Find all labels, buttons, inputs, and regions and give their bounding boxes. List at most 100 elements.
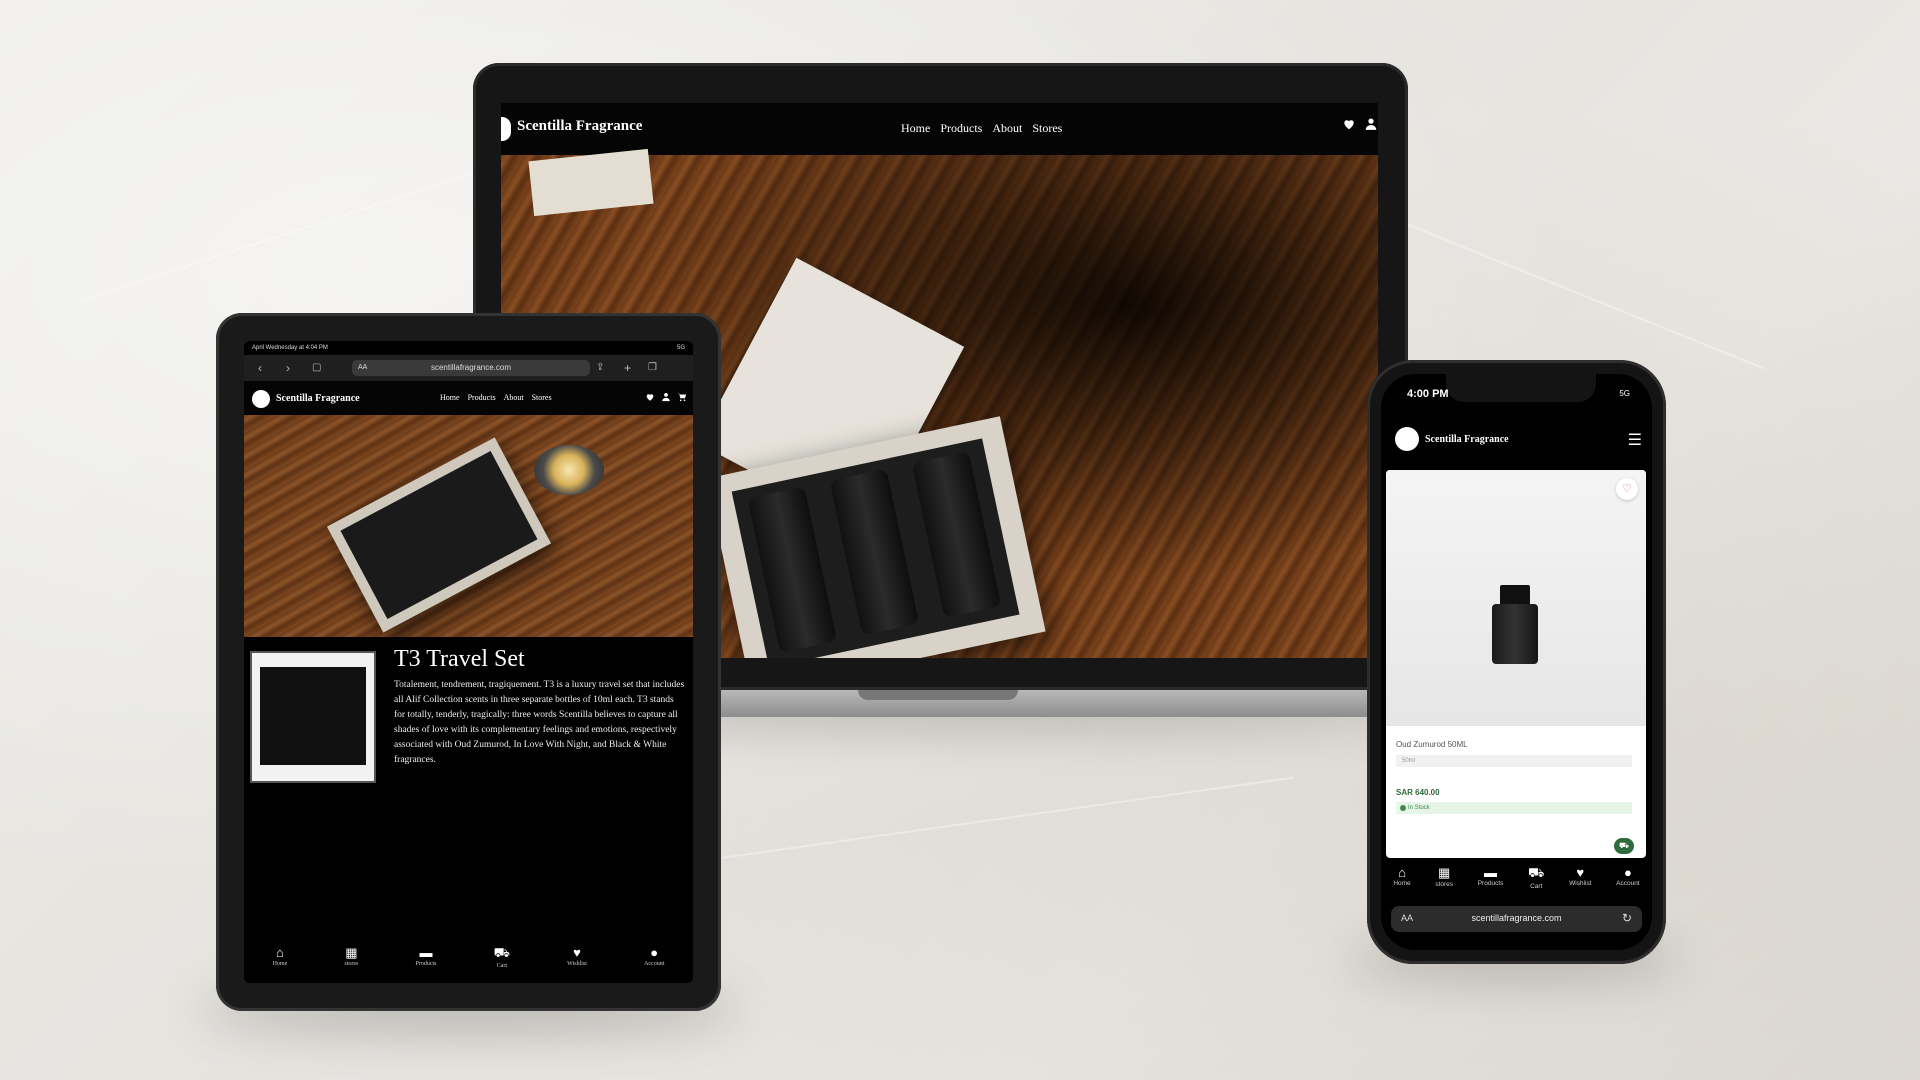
cart-icon[interactable] [677, 392, 687, 402]
phone-screen: 4:00 PM 5G Scentilla Fragrance ☰ ♡ Oud Z… [1381, 374, 1652, 950]
heart-icon[interactable] [1342, 117, 1356, 131]
product-description: Totalement, tendrement, tragiquement. T3… [394, 680, 685, 765]
product-name: Oud Zumurod 50ML [1396, 740, 1468, 749]
reload-icon[interactable]: ↻ [1622, 911, 1632, 925]
tab-account[interactable]: ● Account [1616, 862, 1640, 898]
status-time: April Wednesday at 4:04 PM [252, 345, 328, 351]
url-text: scentillafragrance.com [430, 363, 512, 372]
forward-icon[interactable]: › [286, 360, 290, 376]
map-icon: ▦ [345, 945, 358, 960]
back-icon[interactable]: ‹ [258, 360, 262, 376]
user-icon: ● [1623, 865, 1632, 880]
product-image-bottles [260, 667, 366, 765]
nav-link-stores[interactable]: Stores [532, 393, 552, 402]
tab-stores[interactable]: ▦ stores [344, 939, 358, 983]
laptop-nav-icons [1342, 117, 1378, 131]
size-select[interactable]: 50ml [1396, 755, 1632, 767]
wishlist-heart-icon[interactable]: ♡ [1616, 478, 1638, 500]
tab-label: Home [1393, 880, 1411, 887]
laptop-navbar: Scentilla Fragrance Home Products About … [501, 103, 1378, 155]
heart-icon: ♥ [573, 945, 581, 960]
stock-dot-icon [1400, 805, 1406, 811]
sidebar-icon[interactable]: ▢ [312, 360, 321, 376]
hero-bottle [747, 486, 838, 654]
url-bar[interactable]: AA scentillafragrance.com [352, 360, 590, 376]
tab-cart[interactable]: ⛟ Cart [494, 939, 510, 983]
brand-name[interactable]: Scentilla Fragrance [276, 393, 360, 404]
tab-wishlist[interactable]: ♥ Wishlist [1569, 862, 1591, 898]
tab-label: Account [644, 961, 665, 967]
tablet-device: April Wednesday at 4:04 PM 5G ‹ › ▢ AA s… [216, 313, 721, 1011]
url-bar[interactable]: scentillafragrance.com AA ↻ [1391, 906, 1642, 932]
nav-link-products[interactable]: Products [940, 121, 982, 136]
status-network: 5G [676, 345, 685, 351]
text-size-button[interactable]: AA [358, 360, 367, 376]
phone-device: 4:00 PM 5G Scentilla Fragrance ☰ ♡ Oud Z… [1367, 360, 1666, 964]
tab-wishlist[interactable]: ♥ Wishlist [567, 939, 587, 983]
tab-cart[interactable]: ⛟ Cart [1528, 862, 1544, 898]
new-tab-icon[interactable]: + [624, 360, 631, 376]
hero-box-tray [731, 438, 1020, 658]
product-image[interactable]: ♡ [1386, 470, 1646, 726]
nav-link-products[interactable]: Products [468, 393, 496, 402]
tab-products[interactable]: ▬ Products [1478, 862, 1504, 898]
paper-crease [699, 776, 1295, 862]
tab-label: Account [1616, 880, 1640, 887]
share-icon[interactable]: ⇪ [596, 360, 604, 376]
menu-icon[interactable]: ☰ [1628, 430, 1642, 450]
tablet-bottom-nav: ⌂ Home ▦ stores ▬ Products ⛟ Cart ♥ Wishlist … [244, 939, 693, 983]
stock-label: In Stock [1408, 805, 1430, 811]
tab-home[interactable]: ⌂ Home [273, 939, 288, 983]
phone-bottom-nav: ⌂ Home ▦ stores ▬ Products ⛟ Cart ♥ Wishlist … [1381, 862, 1652, 898]
tab-label: Products [1477, 880, 1504, 887]
nav-link-home[interactable]: Home [440, 393, 460, 402]
brand-name[interactable]: Scentilla Fragrance [517, 118, 642, 135]
product-card[interactable]: ♡ Oud Zumurod 50ML 50ml SAR 640.00 In St… [1386, 470, 1646, 858]
brand-name[interactable]: Scentilla Fragrance [1425, 434, 1509, 445]
brand-logo-icon[interactable] [501, 117, 511, 141]
tab-label: Cart [1530, 883, 1543, 890]
nav-link-stores[interactable]: Stores [1032, 121, 1062, 136]
tab-label: stores [1435, 881, 1454, 888]
home-icon: ⌂ [1398, 865, 1406, 880]
tablet-navbar: Scentilla Fragrance Home Products About … [244, 381, 693, 415]
nav-link-about[interactable]: About [992, 121, 1022, 136]
laptop-notch [858, 690, 1018, 700]
nav-link-about[interactable]: About [504, 393, 524, 402]
brand-logo-icon[interactable] [252, 390, 270, 408]
heart-icon[interactable] [645, 392, 655, 402]
brand-logo-icon[interactable] [1395, 427, 1419, 451]
status-time: 4:00 PM [1407, 388, 1449, 400]
browser-toolbar: ‹ › ▢ AA scentillafragrance.com ⇪ + ❐ [244, 355, 693, 381]
laptop-nav-links: Home Products About Stores [901, 121, 1062, 136]
hero-bottle [829, 468, 920, 636]
user-icon[interactable] [1364, 117, 1378, 131]
product-price: SAR 640.00 [1396, 788, 1440, 797]
product-title: T3 Travel Set [394, 646, 525, 672]
tab-stores[interactable]: ▦ stores [1435, 862, 1453, 898]
user-icon[interactable] [661, 392, 671, 402]
tab-label: Wishlist [567, 961, 587, 967]
cart-icon: ⛟ [1528, 865, 1545, 880]
tab-account[interactable]: ● Account [644, 939, 664, 983]
tab-products[interactable]: ▬ Products [416, 939, 437, 983]
tab-home[interactable]: ⌂ Home [1393, 862, 1410, 898]
home-icon: ⌂ [275, 945, 284, 960]
tabs-icon[interactable]: ❐ [648, 360, 657, 376]
tab-label: stores [344, 961, 359, 967]
nav-link-home[interactable]: Home [901, 121, 930, 136]
text-size-button[interactable]: AA [1401, 913, 1413, 923]
phone-notch [1446, 374, 1596, 402]
bottle-body [1492, 604, 1538, 664]
hero-candle [534, 445, 604, 495]
stock-badge: In Stock [1396, 802, 1632, 814]
add-to-cart-button[interactable]: ⛟ [1614, 838, 1634, 854]
tablet-nav-icons [645, 392, 687, 402]
map-icon: ▦ [1438, 865, 1451, 880]
phone-navbar: Scentilla Fragrance ☰ [1381, 420, 1652, 460]
tablet-screen: April Wednesday at 4:04 PM 5G ‹ › ▢ AA s… [244, 341, 693, 983]
product-image[interactable] [250, 651, 376, 783]
paper-crease [79, 170, 480, 302]
status-network: 5G [1619, 389, 1630, 398]
tab-label: Products [415, 961, 437, 967]
